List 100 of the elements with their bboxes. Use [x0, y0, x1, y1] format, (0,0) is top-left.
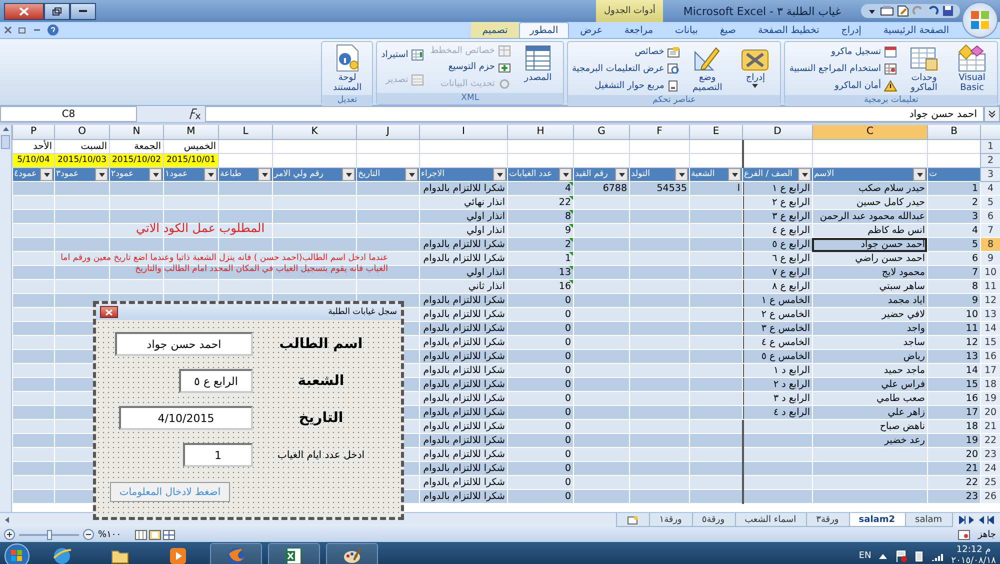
sheet-tab[interactable]: اسماء الشعب	[734, 513, 808, 527]
row-header[interactable]: 20	[980, 406, 1000, 420]
ribbon-tab[interactable]: مراجعة	[614, 22, 664, 38]
filter-dropdown-button[interactable]	[559, 168, 572, 181]
sheet-tab[interactable]: salam	[904, 513, 953, 527]
row-header[interactable]: 22	[980, 434, 1000, 448]
sheet-tab[interactable]: ورقة٥	[690, 513, 736, 527]
ribbon-large-button[interactable]: المصدر	[516, 43, 560, 92]
input-field[interactable]: 4/10/2015	[119, 406, 253, 430]
formula-input[interactable]: احمد حسن جواد	[205, 106, 984, 122]
input-field[interactable]: 1	[183, 443, 253, 467]
name-box[interactable]: C8	[0, 106, 137, 122]
row-header[interactable]: 8	[980, 238, 1000, 252]
column-header[interactable]: G	[573, 125, 629, 140]
row-header[interactable]: 11	[980, 280, 1000, 294]
zoom-level[interactable]: %١٠٠	[98, 530, 122, 540]
language-indicator[interactable]: EN	[858, 551, 872, 561]
filter-dropdown-button[interactable]	[798, 168, 811, 181]
ribbon-large-button[interactable]: إدراج	[733, 43, 778, 94]
input-field[interactable]: الرابع ع ٥	[179, 369, 253, 393]
filter-dropdown-button[interactable]	[615, 168, 628, 181]
filter-dropdown-button[interactable]	[493, 168, 506, 181]
column-header[interactable]: I	[419, 125, 507, 140]
ribbon-tab[interactable]: الصفحة الرئيسية	[872, 22, 960, 38]
row-header[interactable]: 17	[980, 364, 1000, 378]
close-button[interactable]	[100, 306, 118, 318]
zoom-thumb[interactable]	[47, 530, 52, 540]
ribbon-large-button[interactable]: وضع التصميم	[685, 43, 730, 94]
minimize-button[interactable]	[70, 2, 96, 20]
ribbon-command[interactable]: عرض التعليمات البرمجية	[570, 62, 682, 74]
ribbon-tab[interactable]: المطور	[518, 22, 570, 38]
column-header[interactable]: C	[812, 125, 927, 140]
row-header[interactable]: 9	[980, 252, 1000, 266]
row-header[interactable]: 4	[980, 182, 1000, 196]
ribbon-large-button[interactable]: Visual Basic	[950, 43, 994, 94]
ribbon-command[interactable]: حزم التوسيع	[429, 61, 512, 74]
row-header[interactable]: 3	[980, 168, 1000, 182]
row-header[interactable]: 12	[980, 294, 1000, 308]
row-header[interactable]: 10	[980, 266, 1000, 280]
ribbon-large-button[interactable]: لوحة المستند	[325, 43, 370, 94]
column-header[interactable]: N	[109, 125, 163, 140]
close-button[interactable]	[4, 2, 44, 20]
column-header[interactable]: E	[689, 125, 742, 140]
start-button[interactable]	[4, 543, 30, 564]
sheet-tab[interactable]: ورقة٣	[805, 513, 850, 527]
row-header[interactable]: 25	[980, 476, 1000, 490]
ribbon-tab[interactable]: عرض	[569, 22, 614, 38]
row-header[interactable]: 15	[980, 336, 1000, 350]
taskbar-app-button[interactable]	[326, 543, 378, 564]
filter-dropdown-button[interactable]	[342, 168, 355, 181]
filter-dropdown-button[interactable]	[149, 168, 162, 181]
ribbon-command[interactable]: تسجيل ماكرو	[788, 46, 898, 58]
ribbon-command[interactable]: مربع حوار التشغيل	[570, 80, 682, 92]
row-header[interactable]: 18	[980, 378, 1000, 392]
column-header[interactable]: F	[629, 125, 689, 140]
row-header[interactable]: 1	[980, 140, 1000, 154]
column-header[interactable]: J	[356, 125, 419, 140]
filter-dropdown-button[interactable]	[40, 168, 53, 181]
ribbon-tab[interactable]: إدراج	[830, 22, 872, 38]
clock[interactable]: 12:12 م ٢٠١٥/٠٨/١٨	[951, 545, 996, 564]
row-header[interactable]: 13	[980, 308, 1000, 322]
ribbon-command[interactable]: استخدام المراجع النسبية	[788, 62, 898, 74]
row-header[interactable]: 7	[980, 224, 1000, 238]
filter-dropdown-button[interactable]	[913, 168, 926, 181]
scroll-thumb[interactable]	[1, 135, 10, 149]
column-header[interactable]: L	[218, 125, 272, 140]
restore-button[interactable]	[44, 2, 70, 20]
sheet-tab[interactable]: salam2	[848, 513, 906, 527]
office-button[interactable]	[962, 2, 998, 38]
filter-dropdown-button[interactable]	[728, 168, 741, 181]
sheet-tab[interactable]: ورقة١	[648, 513, 693, 527]
ribbon-command[interactable]: استيراد	[380, 49, 426, 62]
column-header[interactable]: H	[507, 125, 573, 140]
row-header[interactable]: 24	[980, 462, 1000, 476]
column-header[interactable]: K	[272, 125, 356, 140]
input-field[interactable]: احمد حسن جواد	[115, 332, 253, 356]
ribbon-command[interactable]: خصائص	[570, 46, 682, 58]
column-header[interactable]: P	[12, 125, 54, 140]
ribbon-tab[interactable]: تخطيط الصفحة	[746, 22, 830, 38]
taskbar-app-button[interactable]	[268, 543, 320, 564]
row-header[interactable]: 5	[980, 196, 1000, 210]
ribbon-tab[interactable]: تصميم	[471, 22, 519, 38]
row-header[interactable]: 6	[980, 210, 1000, 224]
column-header[interactable]: D	[742, 125, 812, 140]
ribbon-command[interactable]: أمان الماكرو	[788, 80, 898, 92]
column-header[interactable]: O	[54, 125, 109, 140]
column-header[interactable]: M	[163, 125, 218, 140]
row-header[interactable]: 2	[980, 154, 1000, 168]
ribbon-tab[interactable]: بيانات	[664, 22, 709, 38]
filter-dropdown-button[interactable]	[675, 168, 688, 181]
ribbon-large-button[interactable]: وحدات الماكرو	[902, 43, 946, 94]
ribbon-tab[interactable]: صيغ	[708, 22, 747, 38]
row-header[interactable]: 26	[980, 490, 1000, 504]
column-header[interactable]: B	[927, 125, 980, 140]
filter-dropdown-button[interactable]	[258, 168, 271, 181]
row-header[interactable]: 19	[980, 392, 1000, 406]
insert-sheet-button[interactable]	[616, 513, 650, 527]
row-header[interactable]: 23	[980, 448, 1000, 462]
row-header[interactable]: 14	[980, 322, 1000, 336]
filter-dropdown-button[interactable]	[405, 168, 418, 181]
